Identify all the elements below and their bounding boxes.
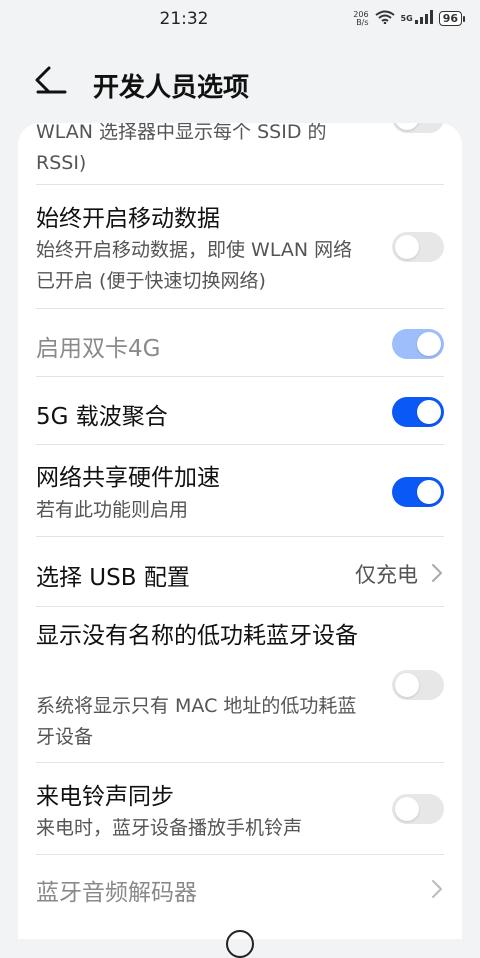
setting-subtitle: 若有此功能则启用 (36, 499, 189, 521)
network-speed: 206 B/s (353, 10, 369, 27)
network-type-label: 5G (400, 14, 413, 23)
status-time: 21:32 (159, 9, 209, 29)
setting-title: 蓝牙音频解码器 (36, 880, 197, 906)
usb-config-value: 仅充电 (355, 563, 418, 587)
navigation-home-indicator[interactable] (226, 930, 254, 958)
battery-indicator: 96 (438, 11, 466, 26)
setting-bt-audio-codec[interactable]: 蓝牙音频解码器 (18, 855, 462, 923)
carrier-aggregation-toggle[interactable] (392, 397, 444, 427)
page-title: 开发人员选项 (93, 73, 250, 103)
always-mobile-data-toggle[interactable] (392, 232, 444, 262)
setting-carrier-aggregation[interactable]: 5G 载波聚合 (18, 377, 462, 445)
network-speed-unit: B/s (356, 17, 369, 27)
tethering-hw-accel-toggle[interactable] (392, 477, 444, 507)
settings-list: WLAN 选择器中显示每个 SSID 的 RSSI) 始终开启移动数据 始终开启… (18, 123, 462, 939)
setting-subtitle: 系统将显示只有 MAC 地址的低功耗蓝牙设备 (36, 695, 357, 748)
wifi-icon (374, 10, 395, 27)
setting-title: 显示没有名称的低功耗蓝牙设备 (36, 623, 358, 649)
setting-subtitle: 来电时，蓝牙设备播放手机铃声 (36, 817, 303, 839)
back-arrow-icon (35, 66, 67, 94)
setting-title: 来电铃声同步 (36, 784, 174, 810)
setting-subtitle: WLAN 选择器中显示每个 SSID 的 RSSI) (36, 123, 327, 174)
setting-subtitle: 始终开启移动数据，即使 WLAN 网络已开启 (便于快速切换网络) (36, 239, 353, 292)
dual-4g-toggle[interactable] (392, 329, 444, 359)
setting-title: 启用双卡4G (36, 336, 161, 362)
signal-icon (414, 10, 433, 27)
setting-always-mobile-data[interactable]: 始终开启移动数据 始终开启移动数据，即使 WLAN 网络已开启 (便于快速切换网… (18, 185, 462, 309)
setting-title: 网络共享硬件加速 (36, 465, 220, 491)
setting-dual-4g[interactable]: 启用双卡4G (18, 309, 462, 377)
setting-tethering-hw-accel[interactable]: 网络共享硬件加速 若有此功能则启用 (18, 445, 462, 537)
ble-no-name-toggle[interactable] (392, 670, 444, 700)
back-button[interactable] (26, 65, 72, 103)
setting-title: 选择 USB 配置 (36, 565, 190, 591)
status-icons: 206 B/s 5G 96 (353, 10, 466, 27)
wlan-rssi-toggle[interactable] (392, 123, 444, 133)
chevron-right-icon (432, 880, 442, 898)
setting-ble-no-name[interactable]: 显示没有名称的低功耗蓝牙设备 系统将显示只有 MAC 地址的低功耗蓝牙设备 (18, 607, 462, 763)
setting-wlan-rssi[interactable]: WLAN 选择器中显示每个 SSID 的 RSSI) (18, 123, 462, 185)
chevron-right-icon (432, 564, 442, 582)
setting-title: 5G 载波聚合 (36, 404, 168, 430)
setting-ringtone-sync[interactable]: 来电铃声同步 来电时，蓝牙设备播放手机铃声 (18, 763, 462, 855)
ringtone-sync-toggle[interactable] (392, 794, 444, 824)
setting-usb-config[interactable]: 选择 USB 配置 仅充电 (18, 537, 462, 607)
setting-title: 始终开启移动数据 (36, 206, 220, 232)
header: 开发人员选项 (0, 55, 480, 111)
status-bar: 21:32 206 B/s 5G 96 (0, 0, 480, 40)
